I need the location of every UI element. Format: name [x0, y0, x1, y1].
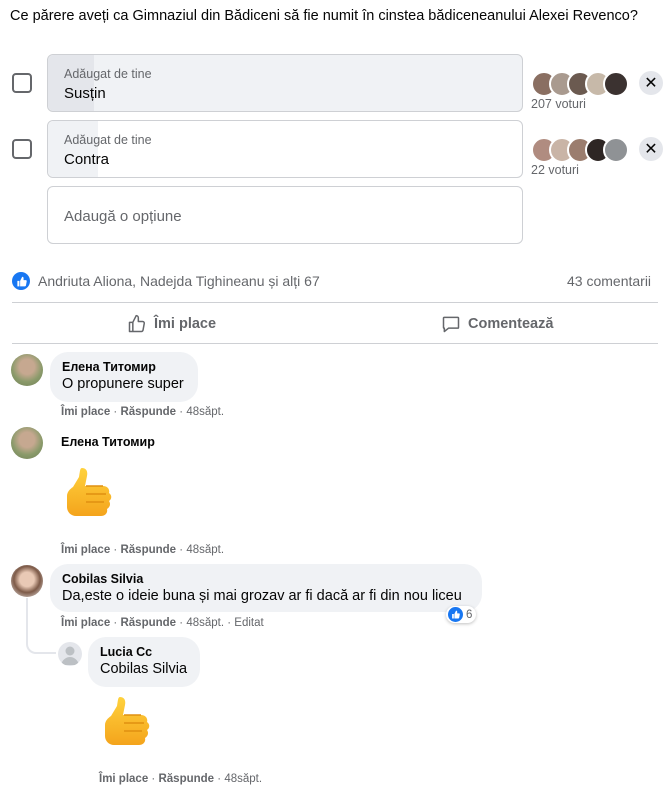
reactions-summary[interactable]: Andriuta Aliona, Nadejda Tighineanu și a…: [12, 272, 320, 290]
option-label: Susțin: [64, 85, 106, 102]
reaction-names: Andriuta Aliona, Nadejda Tighineanu și a…: [38, 273, 320, 289]
comment-reply-link[interactable]: Răspunde: [120, 617, 176, 629]
option-checkbox-sustin[interactable]: [12, 73, 32, 93]
comment-reply-link[interactable]: Răspunde: [120, 544, 176, 556]
thumbs-up-sticker-icon: [60, 464, 116, 531]
votes-count[interactable]: 207 voturi: [531, 97, 586, 111]
comment-bubble: Елена Титомир O propunere super: [50, 352, 198, 402]
comment-button[interactable]: Comentează: [441, 314, 553, 334]
avatar[interactable]: [58, 642, 82, 666]
remove-option-button[interactable]: ✕: [639, 137, 663, 161]
comment-author[interactable]: Елена Титомир: [62, 360, 186, 374]
comment-time[interactable]: 48săpt.: [224, 773, 262, 785]
remove-option-button[interactable]: ✕: [639, 71, 663, 95]
close-icon: ✕: [644, 75, 658, 92]
divider: [12, 343, 658, 344]
reply-thread-line: [26, 598, 56, 654]
voters-avatars[interactable]: [531, 137, 629, 163]
comment-actions: Îmi place · Răspunde · 48săpt.: [61, 406, 225, 418]
comment-actions: Îmi place · Răspunde · 48săpt.: [61, 544, 225, 556]
comment-text: O propunere super: [62, 376, 184, 392]
like-reaction-icon: [12, 272, 30, 290]
reply-actions: Îmi place · Răspunde · 48săpt.: [99, 773, 263, 785]
reply-text[interactable]: Cobilas Silvia: [100, 661, 188, 677]
add-option-input[interactable]: Adaugă o opțiune: [47, 186, 523, 244]
comment-reply-link[interactable]: Răspunde: [158, 773, 214, 785]
comment-icon: [442, 316, 460, 333]
avatar: [603, 71, 629, 97]
poll-question: Ce părere aveți ca Gimnaziul din Bădicen…: [10, 8, 638, 24]
poll-option-contra[interactable]: Adăugat de tine Contra: [47, 120, 523, 178]
comment-reply-link[interactable]: Răspunde: [120, 406, 176, 418]
voters-avatars[interactable]: [531, 71, 629, 97]
comment-bubble: Cobilas Silvia Da,este o ideie buna și m…: [50, 564, 482, 612]
comment-like-link[interactable]: Îmi place: [61, 544, 110, 556]
poll-option-sustin[interactable]: Adăugat de tine Susțin: [47, 54, 523, 112]
comment-button-label: Comentează: [468, 316, 554, 332]
comments-count-link[interactable]: 43 comentarii: [567, 273, 651, 289]
reaction-count: 6: [466, 608, 473, 621]
comment-like-link[interactable]: Îmi place: [61, 617, 110, 629]
option-checkbox-contra[interactable]: [12, 139, 32, 159]
comment-time[interactable]: 48săpt.: [186, 406, 224, 418]
option-label: Contra: [64, 151, 110, 168]
edited-label: Editat: [234, 617, 264, 629]
thumbs-up-sticker-icon: [98, 693, 154, 760]
close-icon: ✕: [644, 141, 658, 158]
votes-count[interactable]: 22 voturi: [531, 163, 579, 177]
comment-like-link[interactable]: Îmi place: [61, 406, 110, 418]
avatar[interactable]: [11, 565, 43, 597]
thumbs-up-icon: [128, 314, 146, 333]
divider: [12, 302, 658, 303]
like-button-label: Îmi place: [154, 316, 217, 332]
comment-author[interactable]: Cobilas Silvia: [62, 572, 470, 586]
comment-like-link[interactable]: Îmi place: [99, 773, 148, 785]
option-fill-bar: [48, 55, 94, 111]
comment-reactions-badge[interactable]: 6: [446, 606, 477, 623]
comment-text: Da,este o ideie buna și mai grozav ar fi…: [62, 588, 462, 604]
avatar[interactable]: [11, 354, 43, 386]
comment-time[interactable]: 48săpt.: [186, 617, 224, 629]
like-reaction-icon: [448, 607, 463, 622]
option-added-by: Adăugat de tine: [64, 67, 152, 81]
like-button[interactable]: Îmi place: [127, 314, 216, 334]
comment-time[interactable]: 48săpt.: [186, 544, 224, 556]
comment-actions: Îmi place · Răspunde · 48săpt. · Editat: [61, 617, 264, 629]
reply-bubble: Lucia Cc Cobilas Silvia: [88, 637, 200, 687]
option-added-by: Adăugat de tine: [64, 133, 152, 147]
default-user-icon: [61, 646, 79, 665]
option-fill-bar: [48, 121, 98, 177]
avatar[interactable]: [11, 427, 43, 459]
comment-author[interactable]: Елена Титомир: [61, 435, 155, 449]
reply-author[interactable]: Lucia Cc: [100, 645, 188, 659]
avatar: [603, 137, 629, 163]
add-option-placeholder: Adaugă o opțiune: [64, 208, 182, 225]
